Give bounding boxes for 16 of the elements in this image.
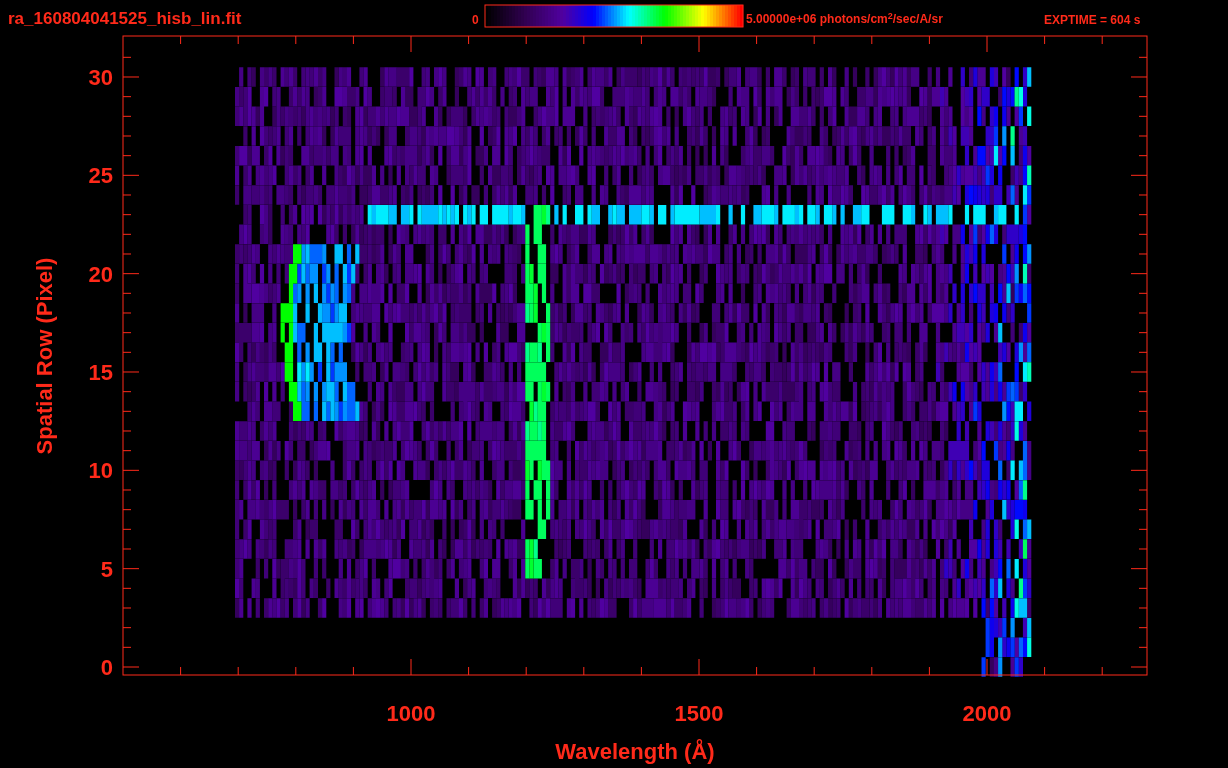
y-tick-label: 10: [88, 458, 113, 484]
y-tick-label: 30: [88, 65, 113, 90]
x-axis-title: Wavelength (Å): [555, 739, 715, 764]
colorbar-max-label: 5.00000e+06 photons/cm$^{2}$/sec/A/sr: [746, 10, 943, 28]
file-title: ra_160804041525_hisb_lin.fit: [8, 9, 242, 28]
y-axis-title: Spatial Row (Pixel): [32, 257, 57, 455]
y-tick-label: 5: [100, 556, 113, 582]
y-tick-label: 25: [88, 163, 113, 189]
y-tick-label: 0: [100, 655, 113, 680]
x-tick-label: 1500: [674, 701, 724, 726]
colorbar-min-label: 0: [472, 13, 479, 27]
exposure-time: EXPTIME = 604 s: [1044, 13, 1141, 27]
x-tick-label: 2000: [962, 701, 1012, 726]
y-tick-label: 20: [88, 261, 113, 287]
x-tick-label: 1000: [386, 701, 436, 726]
y-tick-label: 15: [88, 360, 113, 385]
